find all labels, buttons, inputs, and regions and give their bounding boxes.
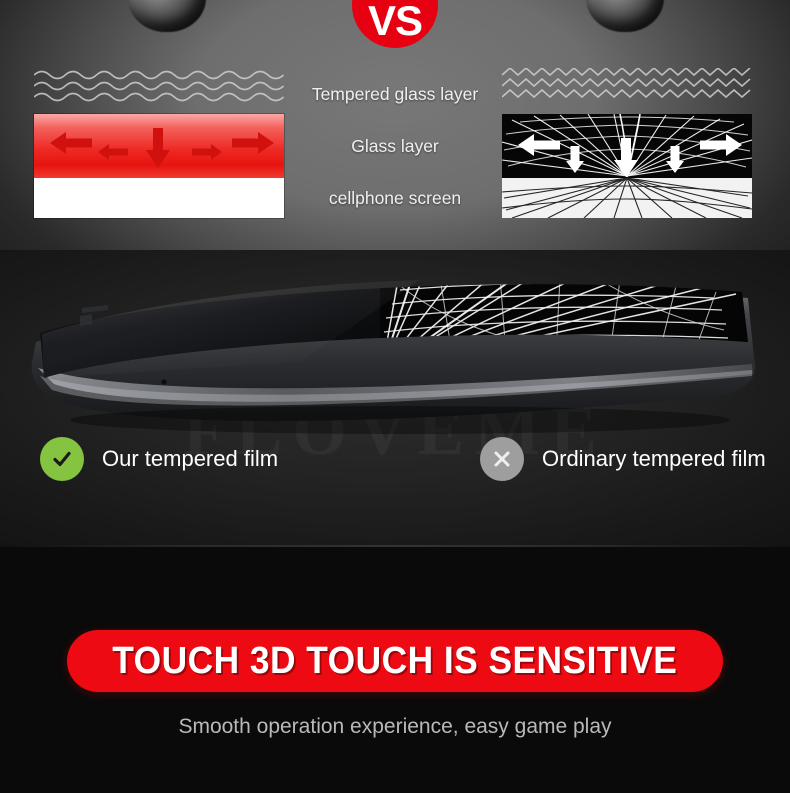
tempered-glass-layer-band bbox=[34, 114, 284, 178]
comparison-label-our-film: Our tempered film bbox=[102, 446, 279, 471]
comparison-diagram-section: VS Tempered glass layer Glass layer cell… bbox=[0, 0, 790, 250]
close-icon bbox=[480, 437, 524, 481]
comparison-label-ordinary-film: Ordinary tempered film bbox=[542, 446, 766, 471]
layer-label-cellphone-screen: cellphone screen bbox=[328, 188, 462, 208]
impact-arrow-down-icon bbox=[612, 136, 640, 178]
intact-phone-screen-band bbox=[34, 178, 284, 218]
feature-banner: TOUCH 3D TOUCH IS SENSITIVE bbox=[67, 630, 723, 692]
impact-ball-left-icon bbox=[128, 0, 206, 32]
impact-ball-right-icon bbox=[586, 0, 664, 32]
impact-arrow-left-icon bbox=[516, 132, 562, 158]
comparison-result-row: Our tempered film Ordinary tempered film bbox=[0, 437, 790, 507]
impact-arrow-right-icon bbox=[698, 132, 744, 158]
smooth-wave-icon bbox=[34, 68, 284, 104]
comparison-item-our-film: Our tempered film bbox=[40, 437, 278, 481]
vs-badge: VS bbox=[352, 0, 438, 48]
broken-screen-diagram bbox=[502, 114, 752, 218]
feature-banner-section: TOUCH 3D TOUCH IS SENSITIVE Smooth opera… bbox=[0, 547, 790, 793]
force-arrow-left-small-icon bbox=[96, 142, 130, 162]
force-arrow-left-large-icon bbox=[48, 130, 94, 156]
force-arrow-right-small-icon bbox=[190, 142, 224, 162]
protected-screen-diagram bbox=[34, 114, 284, 218]
layer-label-glass: Glass layer bbox=[351, 136, 439, 156]
layer-label-tempered-glass: Tempered glass layer bbox=[311, 84, 479, 104]
cracked-glass-layer-band bbox=[502, 114, 752, 178]
feature-sub-caption: Smooth operation experience, easy game p… bbox=[178, 715, 612, 738]
cracked-phone-screen-band bbox=[502, 178, 752, 218]
check-icon bbox=[40, 437, 84, 481]
impact-arrow-down-small-right-icon bbox=[664, 144, 686, 174]
comparison-item-ordinary-film: Ordinary tempered film bbox=[480, 437, 766, 481]
force-arrow-down-icon bbox=[144, 126, 172, 170]
force-arrow-right-large-icon bbox=[230, 130, 276, 156]
impact-arrow-down-small-left-icon bbox=[564, 144, 586, 174]
sharp-zigzag-icon bbox=[502, 68, 752, 104]
product-marketing-page: VS Tempered glass layer Glass layer cell… bbox=[0, 0, 790, 793]
vs-badge-label: VS bbox=[367, 0, 423, 44]
feature-banner-text: TOUCH 3D TOUCH IS SENSITIVE bbox=[112, 639, 678, 682]
